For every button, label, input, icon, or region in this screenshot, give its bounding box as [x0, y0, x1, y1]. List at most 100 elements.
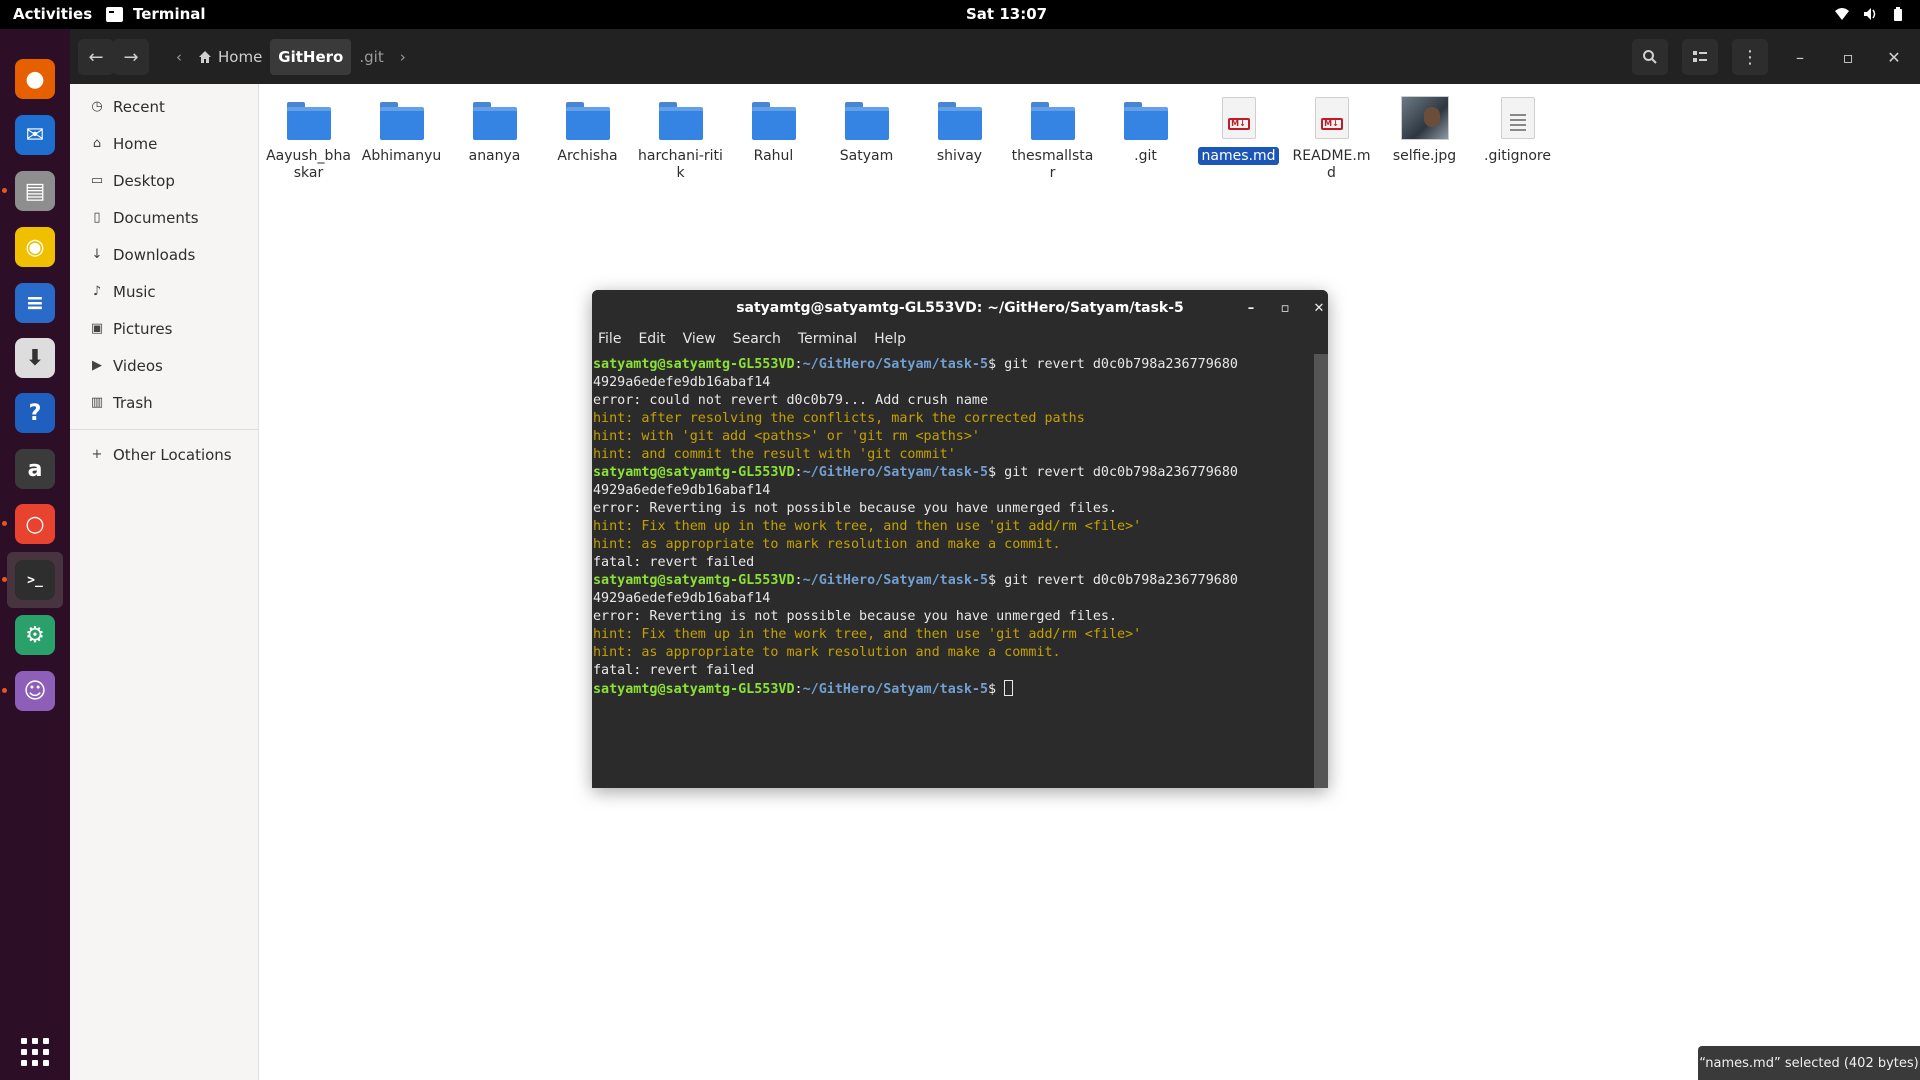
sidebar-item-home[interactable]: ⌂ Home [70, 125, 258, 162]
file-item[interactable]: selfie.jpg [1378, 90, 1471, 182]
sidebar-item-recent[interactable]: ◷ Recent [70, 88, 258, 125]
folder-icon [1122, 94, 1170, 142]
maximize-icon: ▫ [1842, 47, 1854, 67]
terminal-menu-help[interactable]: Help [874, 331, 906, 347]
terminal-menu-view[interactable]: View [683, 331, 716, 347]
file-item[interactable]: M↓ README.md [1285, 90, 1378, 182]
terminal-icon [106, 6, 123, 22]
view-options-button[interactable] [1682, 39, 1718, 75]
activities-button[interactable]: Activities [13, 5, 92, 23]
prompt-user: satyamtg@satyamtg-GL553VD [593, 573, 795, 588]
clock[interactable]: Sat 13:07 [966, 5, 1047, 23]
sidebar-item-desktop[interactable]: ▭ Desktop [70, 162, 258, 199]
path-scroll-left[interactable]: ‹ [168, 39, 190, 75]
hint-text: hint: Fix them up in the work tree, and … [593, 627, 1142, 642]
folder-icon [936, 94, 984, 142]
sidebar-item-downloads[interactable]: ↓ Downloads [70, 236, 258, 273]
folder-item[interactable]: thesmallstar [1006, 90, 1099, 182]
sidebar-item-label: Trash [113, 393, 153, 412]
running-indicator [2, 688, 7, 693]
sidebar-item-other-locations[interactable]: + Other Locations [70, 436, 258, 473]
app-menu[interactable]: Terminal [106, 5, 206, 23]
file-item[interactable]: .gitignore [1471, 90, 1564, 182]
folder-item[interactable]: Satyam [820, 90, 913, 182]
terminal-maximize-button[interactable]: ▫ [1274, 297, 1296, 319]
dock-item-startup-disk[interactable]: ○ [7, 496, 63, 552]
show-applications-button[interactable] [7, 1024, 63, 1080]
videos-icon: ▶ [92, 358, 102, 373]
dock: ● ✉ ▤ ◉ ≡ ⬇? a ○ >_ ⚙ ☺ [0, 29, 70, 1080]
sidebar-item-pictures[interactable]: ▣ Pictures [70, 310, 258, 347]
forward-button[interactable]: → [113, 39, 149, 75]
output-text: error: Reverting is not possible because… [593, 609, 1118, 624]
terminal-title: satyamtg@satyamtg-GL553VD: ~/GitHero/Sat… [736, 299, 1184, 316]
markdown-file-icon: M↓ [1215, 94, 1263, 142]
settings-icon: ⚙ [15, 615, 55, 655]
menu-button[interactable]: ⋮ [1732, 39, 1768, 75]
terminal-cursor [1004, 680, 1014, 696]
dock-item-firefox[interactable]: ● [7, 51, 63, 107]
music-icon: ♪ [92, 284, 102, 299]
terminal-menu-search[interactable]: Search [733, 331, 781, 347]
path-home[interactable]: Home [190, 39, 270, 75]
terminal-minimize-button[interactable]: – [1240, 297, 1262, 319]
path-scroll-right[interactable]: › [392, 39, 414, 75]
terminal-line: fatal: revert failed [593, 554, 1314, 572]
terminal-line: hint: and commit the result with 'git co… [593, 446, 1314, 464]
dock-item-amazon[interactable]: a [7, 441, 63, 497]
file-name: Rahul [753, 148, 794, 164]
terminal-close-button[interactable]: ✕ [1308, 297, 1328, 319]
file-label: selfie.jpg [1382, 148, 1468, 165]
file-name: Aayush_bhaskar [266, 148, 351, 181]
path-git[interactable]: .git [351, 39, 391, 75]
dock-item-terminal[interactable]: >_ [7, 552, 63, 608]
sidebar-item-music[interactable]: ♪ Music [70, 273, 258, 310]
folder-item[interactable]: Aayush_bhaskar [262, 90, 355, 182]
back-button[interactable]: ← [78, 39, 114, 75]
maximize-button[interactable]: ▫ [1830, 39, 1866, 75]
command-text: git revert d0c0b798a236779680 [1004, 357, 1238, 372]
terminal-menu-edit[interactable]: Edit [638, 331, 665, 347]
terminal-titlebar[interactable]: satyamtg@satyamtg-GL553VD: ~/GitHero/Sat… [592, 290, 1328, 325]
terminal-menu-file[interactable]: File [598, 331, 621, 347]
path-githero[interactable]: GitHero [270, 39, 352, 75]
folder-icon [471, 94, 519, 142]
running-indicator [2, 577, 7, 582]
terminal-menu-terminal[interactable]: Terminal [798, 331, 857, 347]
running-indicator [2, 188, 7, 193]
close-icon: ✕ [1313, 300, 1325, 316]
dock-item-settings[interactable]: ⚙ [7, 607, 63, 663]
file-label: harchani-ritik [638, 148, 724, 182]
close-button[interactable]: ✕ [1876, 39, 1912, 75]
files-icon: ▤ [15, 171, 55, 211]
sidebar-item-trash[interactable]: ▥ Trash [70, 384, 258, 421]
dock-item-help[interactable]: ? [7, 385, 63, 441]
folder-item[interactable]: ananya [448, 90, 541, 182]
sidebar-item-videos[interactable]: ▶ Videos [70, 347, 258, 384]
folder-item[interactable]: Rahul [727, 90, 820, 182]
rhythmbox-icon: ◉ [15, 227, 55, 267]
system-menu[interactable] [1834, 6, 1906, 22]
terminal-output[interactable]: satyamtg@satyamtg-GL553VD:~/GitHero/Saty… [592, 354, 1314, 788]
dock-item-files[interactable]: ▤ [7, 163, 63, 219]
folder-item[interactable]: shivay [913, 90, 1006, 182]
hint-text: hint: Fix them up in the work tree, and … [593, 519, 1142, 534]
download-icon: ↓ [91, 247, 103, 262]
running-indicator [2, 521, 7, 526]
folder-item[interactable]: .git [1099, 90, 1192, 182]
dock-item-writer[interactable]: ≡ [7, 275, 63, 331]
minimize-button[interactable]: – [1782, 39, 1818, 75]
folder-item[interactable]: Abhimanyu [355, 90, 448, 182]
dock-item-gitkraken[interactable]: ☺ [7, 663, 63, 719]
search-button[interactable] [1632, 39, 1668, 75]
dock-item-thunderbird[interactable]: ✉ [7, 107, 63, 163]
dock-item-rhythmbox[interactable]: ◉ [7, 219, 63, 275]
file-label: Abhimanyu [359, 148, 445, 165]
folder-item[interactable]: harchani-ritik [634, 90, 727, 182]
sidebar-item-documents[interactable]: ▯ Documents [70, 199, 258, 236]
terminal-line: satyamtg@satyamtg-GL553VD:~/GitHero/Saty… [593, 573, 1238, 588]
folder-item[interactable]: Archisha [541, 90, 634, 182]
file-item[interactable]: M↓ names.md [1192, 90, 1285, 182]
dock-item-software[interactable]: ⬇ [7, 330, 63, 386]
terminal-scrollbar[interactable] [1314, 354, 1328, 788]
